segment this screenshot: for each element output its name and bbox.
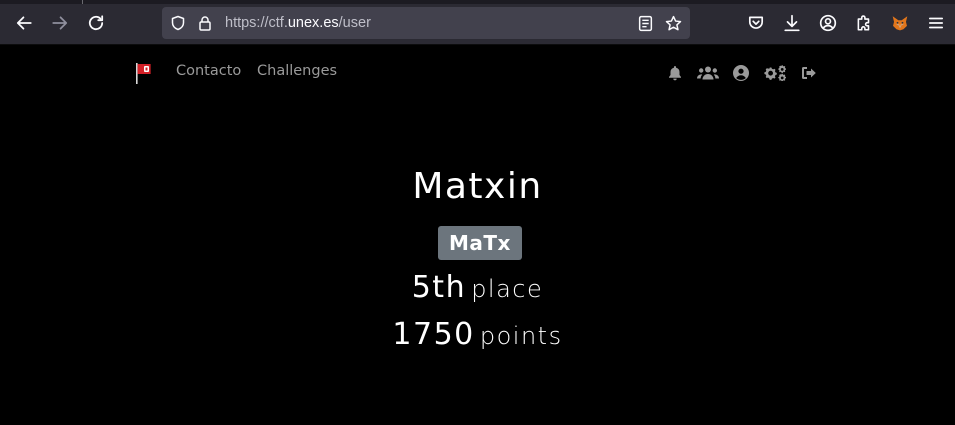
tracking-protection-shield-icon[interactable] [170, 15, 186, 31]
extensions-button[interactable] [854, 13, 874, 33]
cogs-icon [764, 65, 786, 81]
profile-button[interactable] [733, 64, 749, 82]
place-value: 5th [411, 270, 467, 305]
lock-icon[interactable] [197, 15, 213, 31]
pocket-button[interactable] [746, 13, 766, 33]
user-place: 5th place [0, 270, 955, 305]
user-name: Matxin [412, 166, 543, 207]
metamask-extension-button[interactable] [890, 13, 910, 33]
arrow-left-icon [16, 16, 32, 30]
account-button[interactable] [818, 13, 838, 33]
notifications-button[interactable] [667, 64, 682, 82]
reload-icon [88, 15, 104, 31]
address-bar[interactable]: https://ctf.unex.es/user [162, 7, 690, 39]
download-icon [784, 14, 800, 32]
puzzle-piece-icon [857, 15, 870, 31]
reload-button[interactable] [85, 12, 107, 34]
browser-toolbar: https://ctf.unex.es/user [0, 0, 955, 45]
url-text[interactable]: https://ctf.unex.es/user [225, 15, 371, 31]
forward-button[interactable] [49, 12, 71, 34]
fox-icon [892, 16, 908, 31]
bookmark-star-icon[interactable] [665, 15, 682, 32]
reader-view-icon[interactable] [637, 15, 654, 32]
points-value: 1750 [392, 317, 475, 352]
points-label: points [479, 322, 563, 350]
arrow-right-icon [52, 16, 68, 30]
hamburger-menu-icon [928, 17, 944, 29]
url-prefix: https://ctf. [225, 15, 288, 31]
url-path: /user [338, 15, 371, 31]
sign-out-icon [802, 67, 816, 79]
account-icon [819, 14, 837, 32]
pocket-icon [748, 16, 764, 29]
app-menu-button[interactable] [926, 13, 946, 33]
back-button[interactable] [13, 12, 35, 34]
bell-icon [668, 66, 681, 81]
downloads-button[interactable] [782, 13, 802, 33]
team-badge[interactable]: MaTx [438, 226, 522, 260]
nav-link-contacto[interactable]: Contacto [176, 63, 241, 79]
logout-button[interactable] [801, 64, 817, 82]
url-host: unex.es [287, 15, 339, 31]
user-circle-icon [733, 65, 749, 81]
user-points: 1750 points [0, 317, 955, 352]
settings-button[interactable] [764, 64, 786, 82]
site-navbar: Contacto Challenges [0, 45, 955, 101]
flag-icon [136, 63, 151, 84]
place-label: place [471, 275, 544, 303]
teams-button[interactable] [697, 64, 719, 82]
nav-link-challenges[interactable]: Challenges [257, 63, 337, 79]
tab-strip [0, 0, 955, 4]
users-icon [697, 66, 719, 80]
ctf-logo[interactable] [134, 61, 154, 85]
